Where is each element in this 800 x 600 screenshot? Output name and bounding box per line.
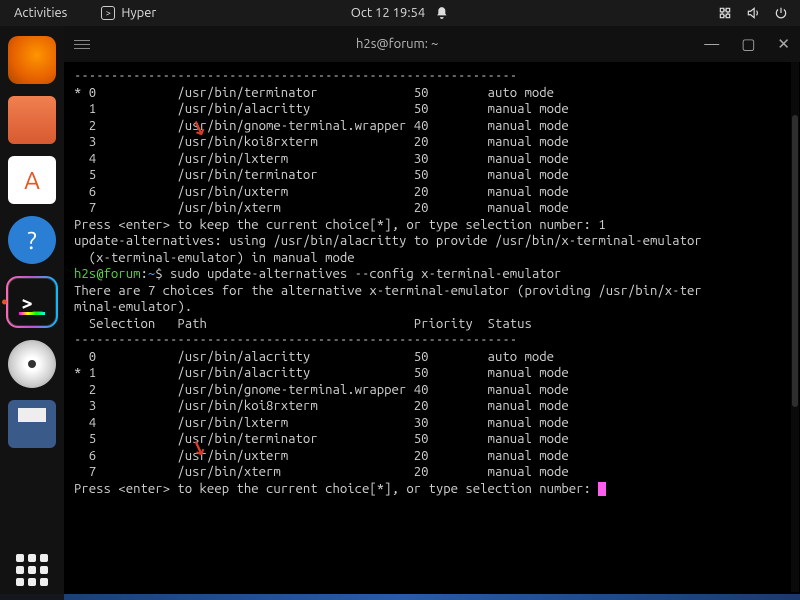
scrollbar-thumb[interactable] bbox=[792, 115, 798, 407]
clock[interactable]: Oct 12 19:54 bbox=[351, 6, 449, 20]
activities-button[interactable]: Activities bbox=[0, 6, 81, 20]
dock-software[interactable]: A bbox=[8, 156, 56, 204]
show-applications[interactable] bbox=[16, 554, 48, 586]
dock-hyper-active[interactable]: >_ bbox=[6, 276, 58, 328]
hyper-menu-icon: > bbox=[101, 6, 115, 20]
app-menu[interactable]: > Hyper bbox=[81, 6, 156, 20]
dock-save[interactable] bbox=[8, 400, 56, 448]
scrollbar[interactable] bbox=[791, 62, 799, 592]
terminal-window: h2s@forum: ~ — ▢ ✕ ---------------------… bbox=[64, 26, 800, 592]
system-tray[interactable] bbox=[718, 6, 800, 20]
network-icon bbox=[718, 6, 732, 20]
maximize-button[interactable]: ▢ bbox=[741, 35, 755, 53]
dock: A ? >_ bbox=[0, 26, 64, 600]
dock-firefox[interactable] bbox=[8, 36, 56, 84]
window-titlebar[interactable]: h2s@forum: ~ — ▢ ✕ bbox=[64, 26, 800, 62]
volume-icon bbox=[746, 6, 760, 20]
dock-help[interactable]: ? bbox=[8, 216, 56, 264]
window-title: h2s@forum: ~ bbox=[90, 37, 704, 51]
power-icon bbox=[774, 6, 788, 20]
terminal-body[interactable]: ----------------------------------------… bbox=[64, 62, 800, 592]
dock-files[interactable] bbox=[8, 96, 56, 144]
bell-icon bbox=[435, 6, 449, 20]
dock-disk[interactable] bbox=[8, 340, 56, 388]
hamburger-icon[interactable] bbox=[74, 37, 90, 52]
bottom-edge bbox=[0, 594, 800, 600]
clock-text: Oct 12 19:54 bbox=[351, 6, 425, 20]
gnome-topbar: Activities > Hyper Oct 12 19:54 bbox=[0, 0, 800, 26]
app-menu-label: Hyper bbox=[121, 6, 156, 20]
minimize-button[interactable]: — bbox=[704, 35, 719, 53]
close-button[interactable]: ✕ bbox=[777, 35, 790, 53]
